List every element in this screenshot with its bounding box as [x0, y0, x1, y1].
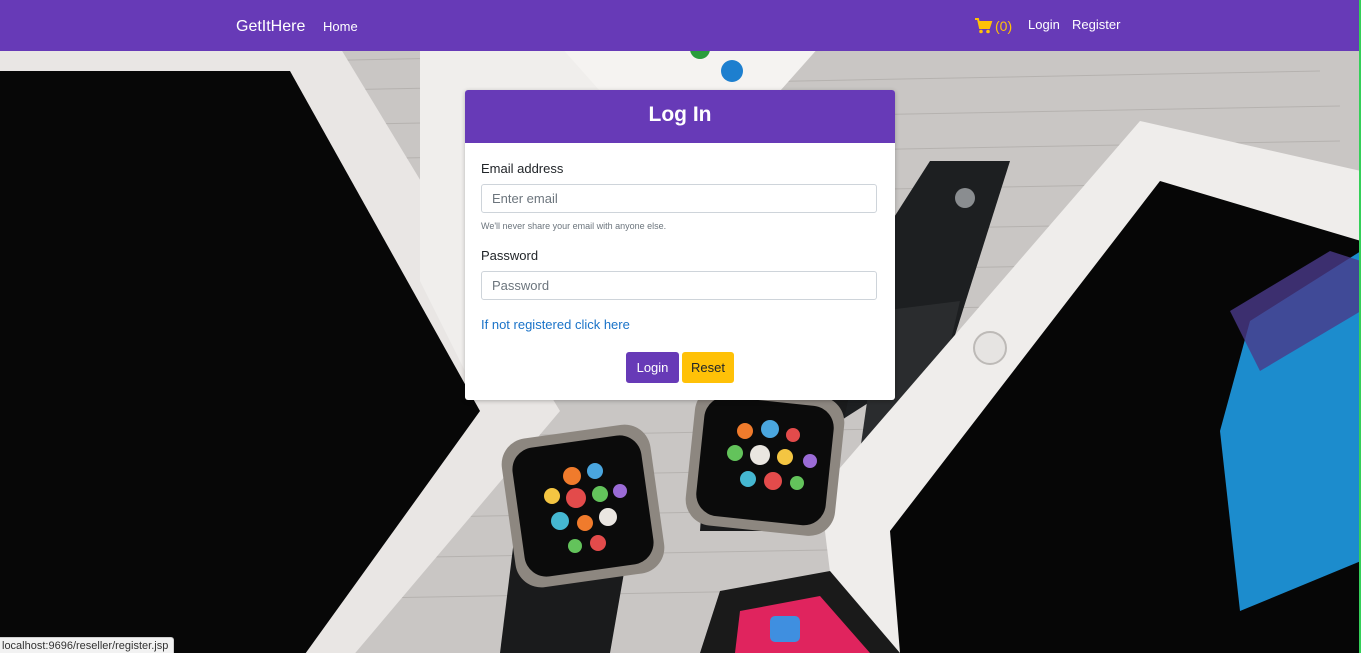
reset-button[interactable]: Reset — [682, 352, 734, 383]
login-page: GetItHere Home (0) Login Register Log In… — [0, 0, 1361, 653]
nav-register-link[interactable]: Register — [1072, 16, 1120, 34]
login-card: Log In Email address We'll never share y… — [465, 90, 895, 400]
brand-logo-link[interactable]: GetItHere — [236, 17, 305, 37]
email-label: Email address — [481, 161, 564, 176]
login-card-title: Log In — [465, 90, 895, 143]
cart-icon — [975, 18, 993, 34]
cart-count: (0) — [995, 18, 1013, 34]
password-input[interactable] — [481, 271, 877, 300]
top-navbar: GetItHere Home (0) Login Register — [0, 0, 1361, 51]
nav-home-link[interactable]: Home — [323, 18, 358, 36]
nav-cart-link[interactable]: (0) — [975, 16, 1012, 36]
email-input[interactable] — [481, 184, 877, 213]
nav-login-link[interactable]: Login — [1028, 16, 1060, 34]
email-help-text: We'll never share your email with anyone… — [481, 221, 667, 231]
password-label: Password — [481, 248, 539, 263]
browser-status-url: localhost:9696/reseller/register.jsp — [0, 637, 175, 653]
login-button[interactable]: Login — [626, 352, 679, 383]
register-link[interactable]: If not registered click here — [481, 316, 630, 334]
